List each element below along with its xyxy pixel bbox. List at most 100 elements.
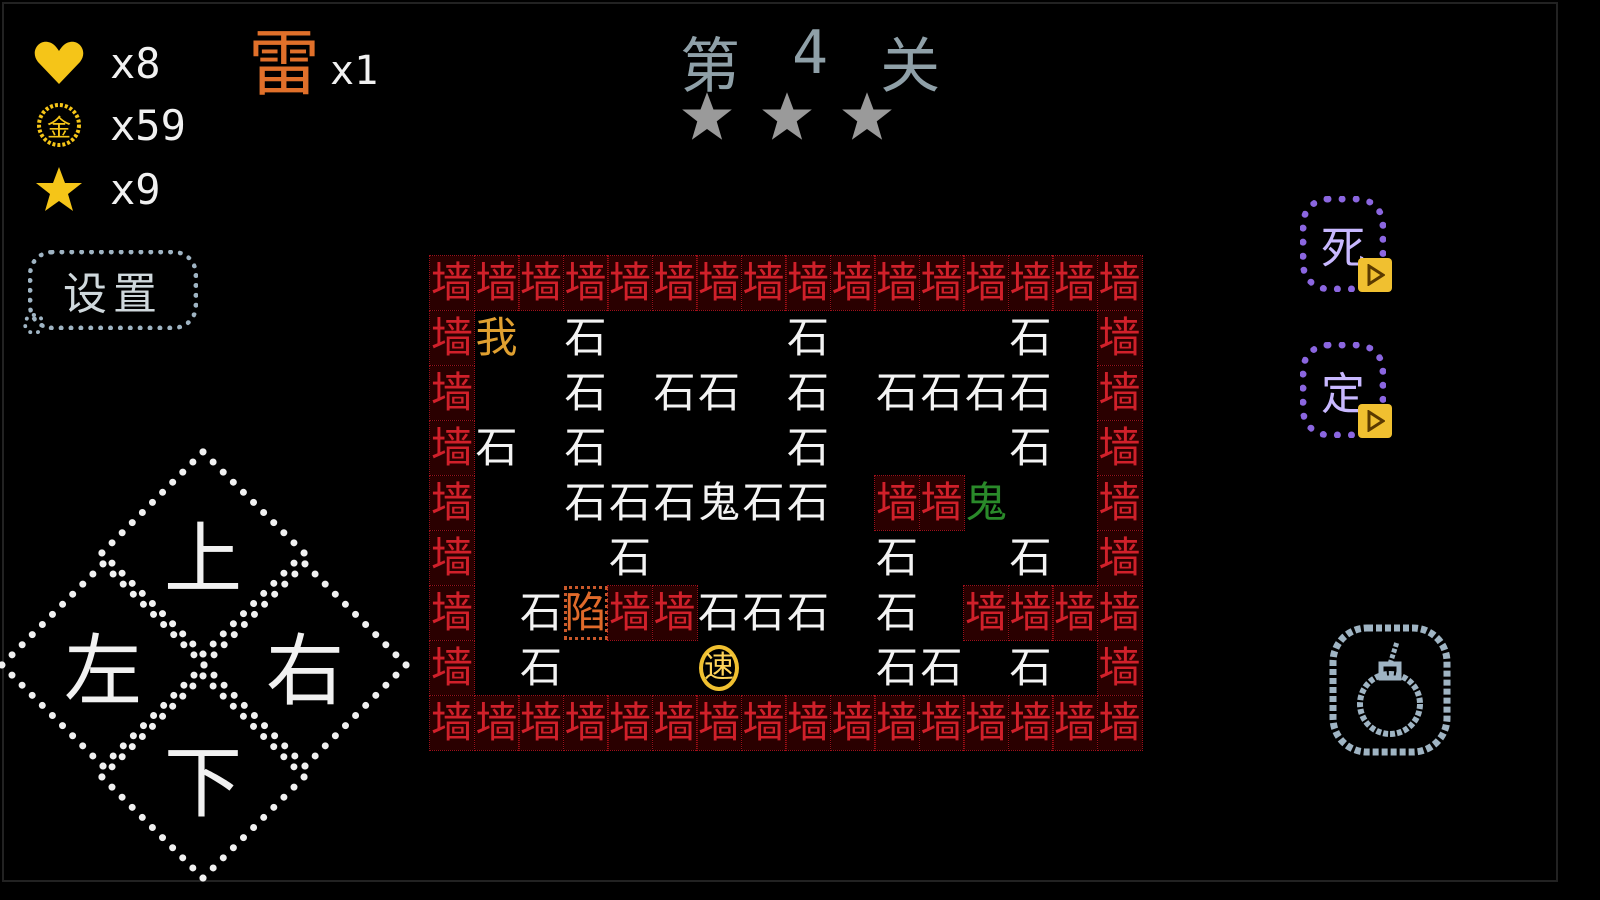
rock-tile: 石 xyxy=(697,368,740,417)
wall-tile: 墙 xyxy=(562,695,609,751)
rock-tile: 石 xyxy=(875,588,918,637)
rock-tile: 石 xyxy=(608,478,651,527)
wall-tile: 墙 xyxy=(651,585,698,641)
death-skill-button[interactable]: 死 xyxy=(1300,196,1392,296)
star-icon xyxy=(34,164,84,214)
wall-tile: 墙 xyxy=(963,585,1009,641)
settings-button[interactable]: 设置 xyxy=(23,250,198,335)
rock-tile: 石 xyxy=(786,313,829,362)
wall-tile: 墙 xyxy=(785,695,831,751)
rock-tile: 石 xyxy=(875,368,918,417)
rock-tile: 石 xyxy=(920,368,963,417)
wall-tile: 墙 xyxy=(429,640,475,696)
thunder-count: x1 xyxy=(330,48,379,94)
wall-tile: 墙 xyxy=(429,310,475,366)
wall-tile: 墙 xyxy=(1007,255,1054,311)
level-star-icon xyxy=(762,92,812,140)
wall-tile: 墙 xyxy=(874,255,920,311)
speed-powerup: 速 xyxy=(699,645,739,691)
bomb-icon xyxy=(1329,624,1451,756)
wall-tile: 墙 xyxy=(429,420,475,476)
game-board: 墙墙墙墙墙墙墙墙墙墙墙墙墙墙墙墙墙我石石石墙墙石石石石石石石石墙墙石石石石墙墙石… xyxy=(429,255,1143,752)
wall-tile: 墙 xyxy=(740,695,787,751)
rock-tile: 石 xyxy=(653,368,696,417)
rock-tile: 石 xyxy=(742,588,785,637)
wall-tile: 墙 xyxy=(1096,420,1143,476)
wall-tile: 墙 xyxy=(429,530,475,586)
rock-tile: 石 xyxy=(786,368,829,417)
wall-tile: 墙 xyxy=(429,695,475,751)
player: 我 xyxy=(475,313,518,362)
freeze-skill-button[interactable]: 定 xyxy=(1300,342,1392,442)
wall-tile: 墙 xyxy=(1096,695,1143,751)
wall-tile: 墙 xyxy=(696,695,742,751)
trap-tile: 陷 xyxy=(563,586,608,640)
coins-count: x59 xyxy=(110,100,186,150)
wall-tile: 墙 xyxy=(874,695,920,751)
rock-tile: 石 xyxy=(1009,533,1052,582)
wall-tile: 墙 xyxy=(1052,695,1098,751)
rock-tile: 石 xyxy=(875,643,918,692)
rock-tile: 石 xyxy=(608,533,651,582)
rock-tile: 石 xyxy=(786,478,829,527)
rock-tile: 石 xyxy=(475,423,518,472)
lives-count: x8 xyxy=(110,38,161,88)
thunder-glyph: 雷 xyxy=(248,22,321,106)
wall-tile: 墙 xyxy=(1052,585,1098,641)
rock-tile: 石 xyxy=(1009,423,1052,472)
rock-tile: 石 xyxy=(964,368,1007,417)
rock-tile: 石 xyxy=(564,313,607,362)
wall-tile: 墙 xyxy=(607,255,653,311)
rock-tile: 石 xyxy=(1009,368,1052,417)
rock-tile: 石 xyxy=(875,533,918,582)
wall-tile: 墙 xyxy=(1096,530,1143,586)
wall-tile: 墙 xyxy=(785,255,831,311)
wall-tile: 墙 xyxy=(518,695,564,751)
heart-icon xyxy=(34,38,84,88)
level-star-icon xyxy=(682,92,732,140)
rock-tile: 石 xyxy=(786,588,829,637)
wall-tile: 墙 xyxy=(963,255,1009,311)
wall-tile: 墙 xyxy=(1052,255,1098,311)
wall-tile: 墙 xyxy=(1007,585,1054,641)
wall-tile: 墙 xyxy=(607,695,653,751)
wall-tile: 墙 xyxy=(651,255,698,311)
stars-count: x9 xyxy=(110,164,161,214)
wall-tile: 墙 xyxy=(829,695,876,751)
rock-tile: 石 xyxy=(519,588,562,637)
wall-tile: 墙 xyxy=(651,695,698,751)
wall-tile: 墙 xyxy=(963,695,1009,751)
coin-glyph: 金 xyxy=(47,113,71,142)
wall-tile: 墙 xyxy=(1096,475,1143,531)
rock-tile: 石 xyxy=(564,423,607,472)
wall-tile: 墙 xyxy=(429,585,475,641)
rock-tile: 石 xyxy=(786,423,829,472)
wall-tile: 墙 xyxy=(874,475,920,531)
wall-tile: 墙 xyxy=(518,255,564,311)
ghost-enemy-green: 鬼 xyxy=(964,478,1007,527)
wall-tile: 墙 xyxy=(1096,365,1143,421)
wall-tile: 墙 xyxy=(918,475,965,531)
wall-tile: 墙 xyxy=(1096,585,1143,641)
wall-tile: 墙 xyxy=(562,255,609,311)
stars-counter: x9 xyxy=(34,164,161,214)
coins-counter: 金 x59 xyxy=(34,100,186,150)
rock-tile: 石 xyxy=(564,368,607,417)
lives-counter: x8 xyxy=(34,38,161,88)
wall-tile: 墙 xyxy=(607,585,653,641)
wall-tile: 墙 xyxy=(918,695,965,751)
wall-tile: 墙 xyxy=(473,695,520,751)
rock-tile: 石 xyxy=(1009,643,1052,692)
coin-icon: 金 xyxy=(34,100,84,150)
bomb-button[interactable] xyxy=(1325,620,1455,760)
level-star-icon xyxy=(842,92,892,140)
wall-tile: 墙 xyxy=(1096,255,1143,311)
play-icon xyxy=(1358,404,1392,438)
rock-tile: 石 xyxy=(653,478,696,527)
wall-tile: 墙 xyxy=(740,255,787,311)
rock-tile: 石 xyxy=(519,643,562,692)
level-stars xyxy=(680,90,894,142)
wall-tile: 墙 xyxy=(473,255,520,311)
ghost-enemy: 鬼 xyxy=(697,478,740,527)
thunder-counter: 雷 x1 xyxy=(248,28,378,100)
